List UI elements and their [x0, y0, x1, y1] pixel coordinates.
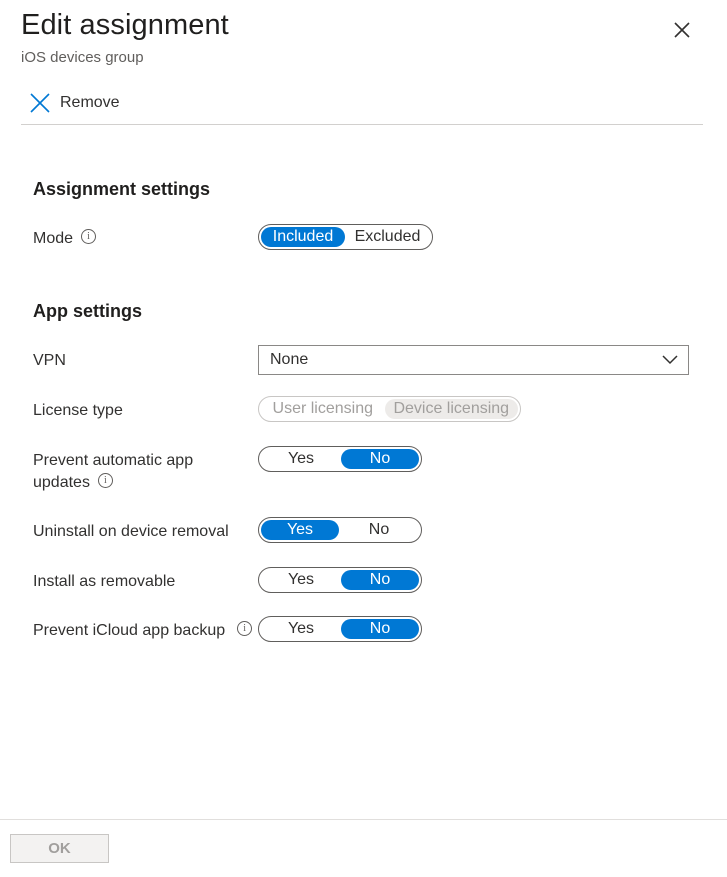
- license-type-label: License type: [33, 402, 123, 419]
- info-icon[interactable]: i: [81, 229, 97, 245]
- install-as-removable-toggle[interactable]: Yes No: [258, 567, 422, 593]
- assignment-settings-heading: Assignment settings: [33, 179, 211, 199]
- prevent-icloud-backup-label: Prevent iCloud app backup: [33, 622, 226, 639]
- page-subtitle: iOS devices group: [21, 49, 144, 66]
- page-title: Edit assignment: [21, 9, 229, 41]
- remove-x-icon: [30, 93, 50, 113]
- vpn-dropdown-value: None: [270, 351, 309, 368]
- chevron-down-icon: [662, 355, 678, 365]
- uninstall-on-removal-label: Uninstall on device removal: [33, 523, 229, 540]
- remove-button[interactable]: Remove: [30, 91, 120, 115]
- prevent-auto-updates-yes[interactable]: Yes: [261, 449, 341, 469]
- close-icon: [674, 22, 690, 38]
- mode-option-excluded[interactable]: Excluded: [345, 227, 430, 247]
- prevent-auto-updates-label: Prevent automatic app updates i: [33, 450, 193, 494]
- license-option-user[interactable]: User licensing: [261, 399, 385, 419]
- prevent-auto-updates-label-line2: updates: [33, 474, 90, 491]
- uninstall-on-removal-toggle[interactable]: Yes No: [258, 517, 422, 543]
- install-as-removable-label: Install as removable: [33, 573, 176, 590]
- close-button[interactable]: [671, 19, 693, 41]
- mode-label-row: Mode i: [33, 228, 97, 250]
- license-type-toggle[interactable]: User licensing Device licensing: [258, 396, 521, 422]
- mode-toggle[interactable]: Included Excluded: [258, 224, 433, 250]
- info-icon[interactable]: i: [237, 621, 253, 637]
- mode-option-included[interactable]: Included: [261, 227, 345, 247]
- install-as-removable-no[interactable]: No: [341, 570, 419, 590]
- prevent-auto-updates-toggle[interactable]: Yes No: [258, 446, 422, 472]
- vpn-dropdown[interactable]: None: [258, 345, 689, 375]
- mode-label: Mode: [33, 230, 74, 247]
- app-settings-heading: App settings: [33, 301, 143, 321]
- prevent-icloud-backup-toggle[interactable]: Yes No: [258, 616, 422, 642]
- prevent-auto-updates-label-line1: Prevent automatic app: [33, 452, 194, 469]
- info-icon[interactable]: i: [97, 473, 113, 489]
- ok-button[interactable]: OK: [10, 834, 109, 863]
- uninstall-on-removal-yes[interactable]: Yes: [261, 520, 339, 540]
- uninstall-on-removal-no[interactable]: No: [339, 520, 419, 540]
- prevent-icloud-backup-yes[interactable]: Yes: [261, 619, 341, 639]
- footer-divider: [0, 819, 727, 820]
- remove-button-label: Remove: [60, 94, 120, 111]
- license-option-device[interactable]: Device licensing: [384, 399, 518, 419]
- vpn-label: VPN: [33, 352, 66, 369]
- prevent-auto-updates-no[interactable]: No: [341, 449, 419, 469]
- toolbar-divider: [21, 124, 703, 125]
- install-as-removable-yes[interactable]: Yes: [261, 570, 341, 590]
- prevent-icloud-backup-label-row: Prevent iCloud app backup i: [33, 620, 253, 642]
- prevent-icloud-backup-no[interactable]: No: [341, 619, 419, 639]
